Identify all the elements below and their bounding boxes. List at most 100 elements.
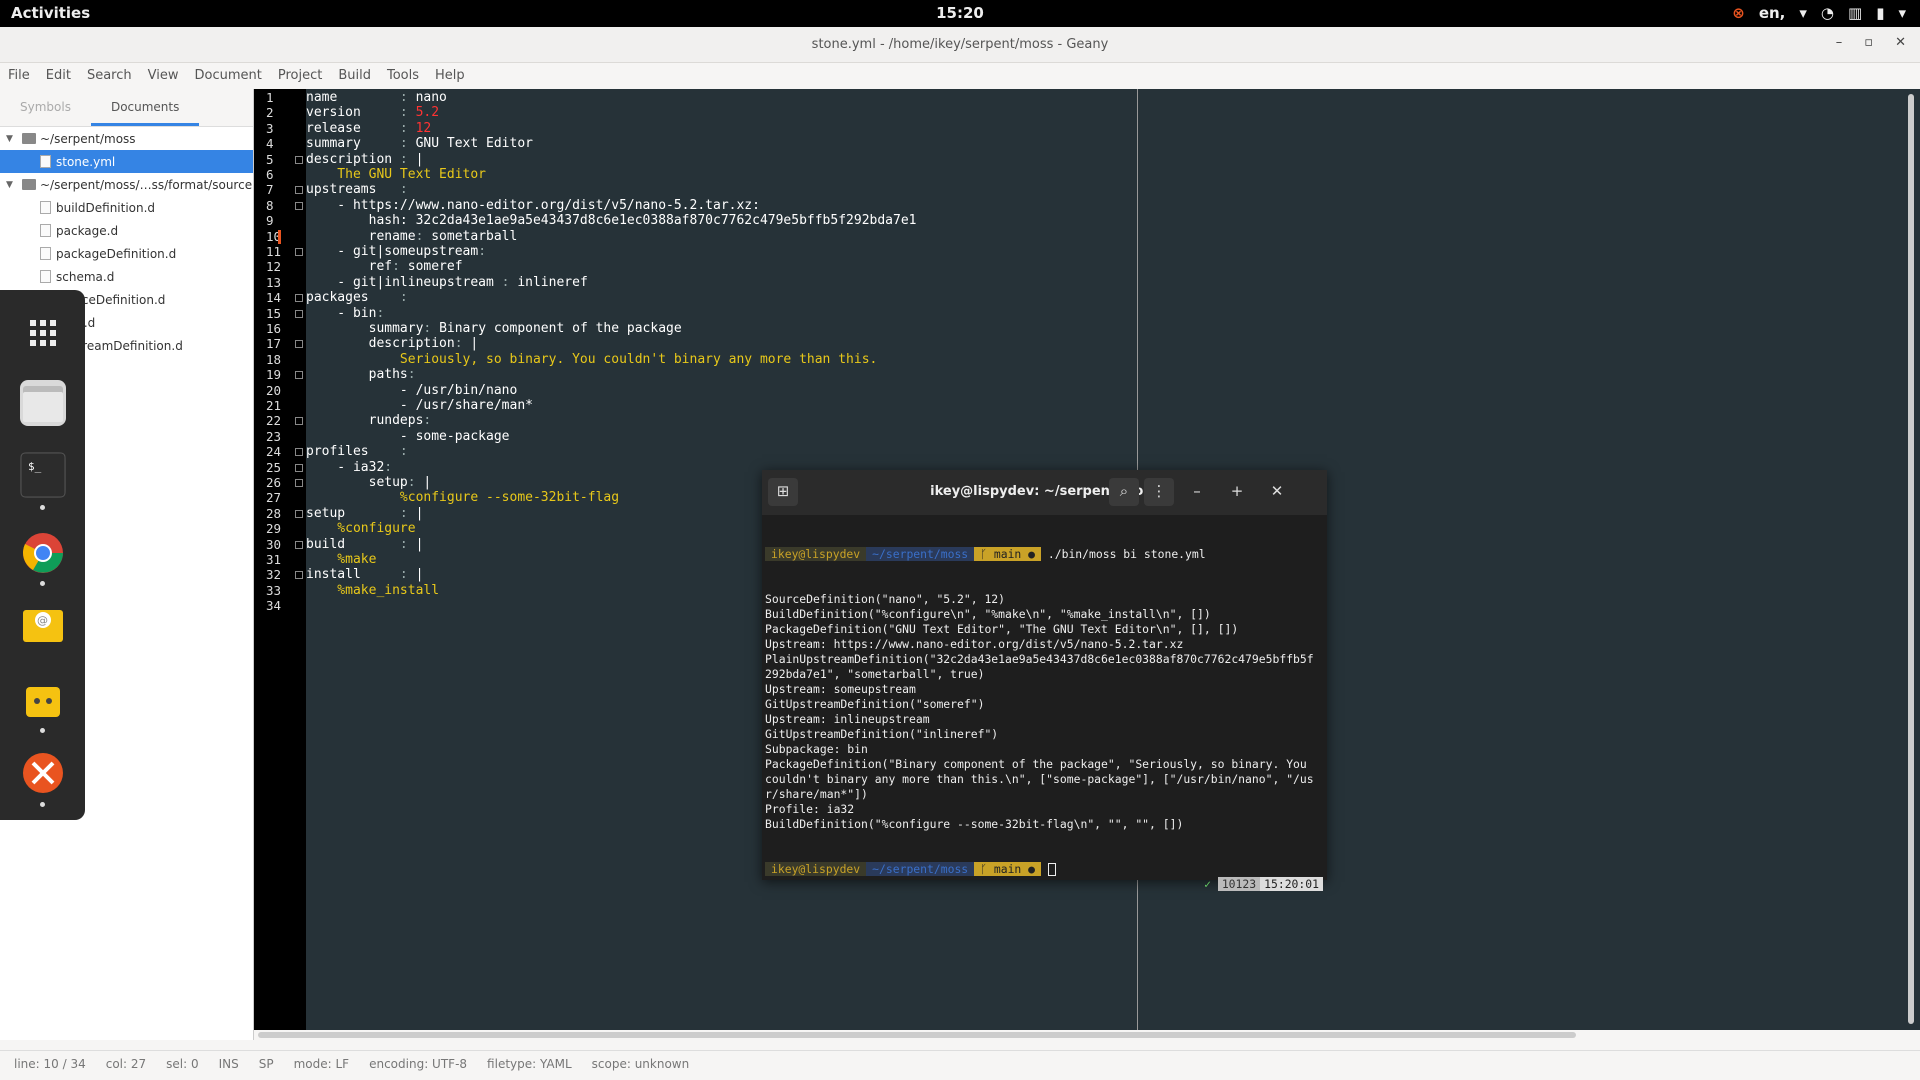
code-line[interactable]: profiles :	[306, 444, 408, 459]
chrome-icon[interactable]	[20, 530, 66, 576]
minimize-icon[interactable]: –	[1182, 478, 1212, 506]
tab-documents[interactable]: Documents	[90, 89, 200, 126]
system-tray[interactable]: ⊗ en, ▾ ◔ ▥ ▮ ▾	[1732, 4, 1906, 22]
code-line[interactable]: paths:	[306, 367, 416, 382]
close-icon[interactable]: ✕	[1262, 478, 1292, 506]
show-apps-icon[interactable]	[20, 310, 66, 356]
code-line[interactable]: description: |	[306, 336, 479, 351]
mail-icon[interactable]: @	[20, 602, 66, 648]
menu-help[interactable]: Help	[427, 63, 473, 89]
expander-icon[interactable]: ▼	[6, 134, 18, 144]
code-line[interactable]: - https://www.nano-editor.org/dist/v5/na…	[306, 198, 760, 213]
ubuntu-indicator-icon[interactable]: ⊗	[1732, 4, 1745, 22]
code-line[interactable]: hash: 32c2da43e1ae9a5e43437d8c6e1ec0388a…	[306, 213, 917, 228]
store-icon[interactable]	[20, 677, 66, 723]
menu-file[interactable]: File	[0, 63, 38, 89]
battery-icon[interactable]: ▮	[1876, 4, 1884, 22]
code-line[interactable]: - git|inlineupstream : inlineref	[306, 275, 587, 290]
code-line[interactable]: version : 5.2	[306, 105, 439, 120]
fold-marker-icon[interactable]	[295, 571, 303, 580]
search-icon[interactable]: ⌕	[1109, 478, 1139, 506]
system-menu-icon[interactable]: ▾	[1898, 4, 1906, 22]
code-line[interactable]: The GNU Text Editor	[306, 167, 486, 182]
fold-marker-icon[interactable]	[295, 463, 303, 472]
code-line[interactable]: - /usr/share/man*	[306, 398, 533, 413]
code-line[interactable]: summary : GNU Text Editor	[306, 136, 533, 151]
language-indicator[interactable]: en,	[1759, 4, 1786, 22]
terminal-output[interactable]: ikey@lispydev ~/serpent/moss ᚴ main ● ./bi…	[765, 517, 1325, 937]
code-line[interactable]: upstreams :	[306, 182, 408, 197]
menu-edit[interactable]: Edit	[38, 63, 79, 89]
tree-folder[interactable]: ▼ ~/serpent/moss/…ss/format/source	[0, 173, 253, 196]
code-line[interactable]: - bin:	[306, 306, 384, 321]
menu-tools[interactable]: Tools	[379, 63, 427, 89]
fold-marker-icon[interactable]	[295, 309, 303, 318]
fold-marker-icon[interactable]	[295, 248, 303, 256]
code-line[interactable]: Seriously, so binary. You couldn't binar…	[306, 352, 877, 367]
volume-icon[interactable]: ▥	[1848, 4, 1862, 22]
fold-marker-icon[interactable]	[295, 417, 303, 426]
tree-file[interactable]: packageDefinition.d	[0, 242, 253, 265]
terminal-headerbar[interactable]: ⊞ ikey@lispydev: ~/serpent/moss ⌕ ⋮ – + …	[762, 470, 1327, 515]
code-line[interactable]: install : |	[306, 567, 423, 582]
terminal-window[interactable]: ⊞ ikey@lispydev: ~/serpent/moss ⌕ ⋮ – + …	[762, 470, 1327, 891]
menu-build[interactable]: Build	[330, 63, 379, 89]
code-line[interactable]: setup : |	[306, 506, 423, 521]
horizontal-scrollbar[interactable]	[258, 1032, 1576, 1038]
menu-search[interactable]: Search	[79, 63, 140, 89]
close-icon[interactable]: ✕	[1895, 35, 1906, 50]
terminal-icon[interactable]: $_	[20, 452, 66, 498]
chevron-down-icon[interactable]: ▾	[1799, 4, 1807, 22]
activities-button[interactable]: Activities	[11, 4, 90, 22]
code-line[interactable]: summary: Binary component of the package	[306, 321, 682, 336]
fold-marker-icon[interactable]	[295, 340, 303, 349]
window-titlebar[interactable]: stone.yml - /home/ikey/serpent/moss - Ge…	[0, 27, 1920, 63]
menu-document[interactable]: Document	[186, 63, 269, 89]
code-line[interactable]: setup: |	[306, 475, 432, 490]
new-tab-icon[interactable]: ⊞	[768, 478, 798, 506]
fold-marker-icon[interactable]	[295, 155, 303, 164]
fold-marker-icon[interactable]	[295, 448, 303, 457]
menu-icon[interactable]: ⋮	[1144, 478, 1174, 506]
fold-marker-icon[interactable]	[295, 509, 303, 518]
code-line[interactable]: name : nano	[306, 90, 447, 105]
code-line[interactable]: - some-package	[306, 429, 510, 444]
menu-project[interactable]: Project	[270, 63, 330, 89]
fold-marker-icon[interactable]	[295, 294, 303, 303]
tab-symbols[interactable]: Symbols	[0, 89, 91, 126]
wifi-icon[interactable]: ◔	[1821, 4, 1834, 22]
code-line[interactable]: ref: someref	[306, 259, 463, 274]
minimize-icon[interactable]: –	[1836, 35, 1843, 50]
code-line[interactable]: %configure --some-32bit-flag	[306, 490, 619, 505]
tree-file[interactable]: schema.d	[0, 265, 253, 288]
code-line[interactable]: %make	[306, 552, 376, 567]
tree-folder[interactable]: ▼ ~/serpent/moss	[0, 127, 253, 150]
files-icon[interactable]	[20, 380, 66, 426]
code-line[interactable]: - /usr/bin/nano	[306, 383, 517, 398]
expander-icon[interactable]: ▼	[6, 180, 18, 190]
code-line[interactable]: build : |	[306, 537, 423, 552]
fold-marker-icon[interactable]	[295, 201, 303, 210]
code-line[interactable]: %configure	[306, 521, 415, 536]
code-line[interactable]: rename: sometarball	[306, 229, 518, 244]
tree-file[interactable]: stone.yml	[0, 150, 253, 173]
fold-marker-icon[interactable]	[295, 540, 303, 549]
vertical-scrollbar[interactable]	[1908, 94, 1914, 1024]
code-line[interactable]: - git|someupstream:	[306, 244, 486, 259]
code-line[interactable]: rundeps:	[306, 413, 432, 428]
fold-marker-icon[interactable]	[295, 371, 303, 380]
code-line[interactable]: description : |	[306, 152, 423, 167]
menu-view[interactable]: View	[140, 63, 187, 89]
code-line[interactable]: release : 12	[306, 121, 431, 136]
clock[interactable]: 15:20	[936, 4, 984, 22]
fold-marker-icon[interactable]	[295, 186, 303, 195]
fold-marker-icon[interactable]	[295, 479, 303, 487]
maximize-icon[interactable]: ▫	[1864, 35, 1873, 50]
code-line[interactable]: %make_install	[306, 583, 439, 598]
maximize-icon[interactable]: +	[1222, 478, 1252, 506]
tree-file[interactable]: package.d	[0, 219, 253, 242]
code-line[interactable]: packages :	[306, 290, 408, 305]
software-icon[interactable]	[20, 750, 66, 796]
code-line[interactable]: - ia32:	[306, 460, 392, 475]
tree-file[interactable]: buildDefinition.d	[0, 196, 253, 219]
